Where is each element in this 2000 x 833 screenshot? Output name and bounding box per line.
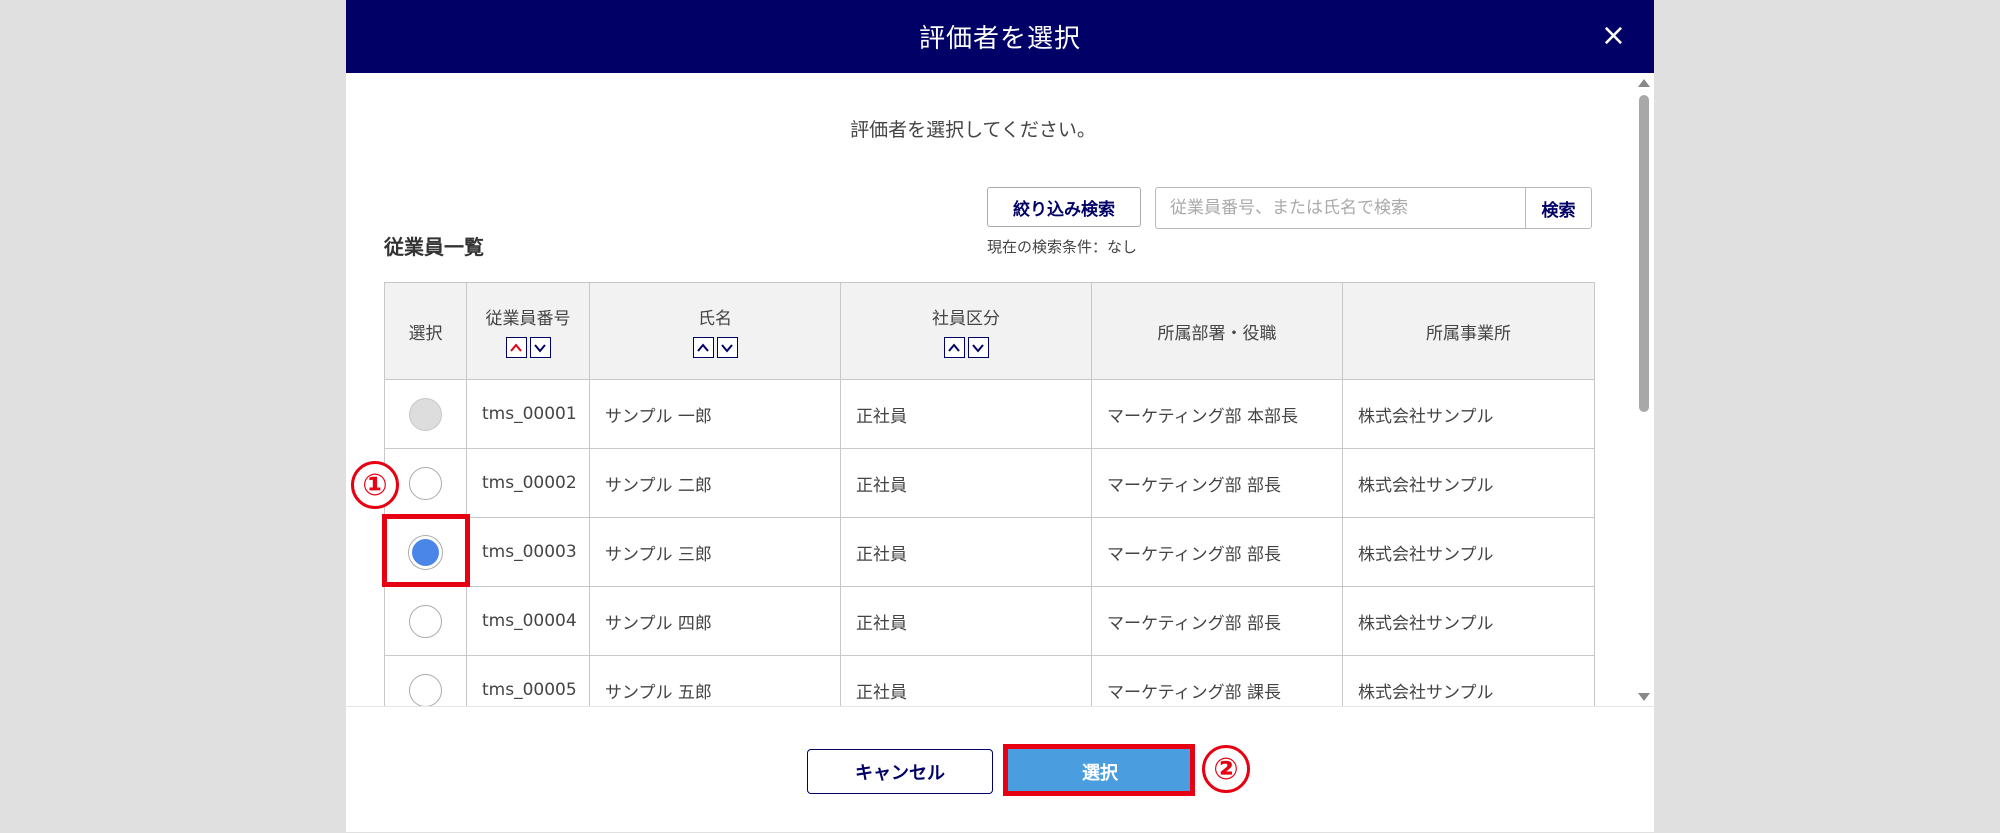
vertical-scrollbar[interactable] [1636, 75, 1652, 705]
annotation-step-1: ① [351, 461, 399, 509]
chevron-down-icon [721, 343, 733, 353]
dialog-body: 評価者を選択してください。 絞り込み検索 検索 現在の検索条件：なし 従業員一覧… [346, 73, 1654, 706]
scroll-up-arrow-icon[interactable] [1638, 79, 1650, 87]
office-cell: 株式会社サンプル [1342, 448, 1595, 518]
employee-table: 選択 従業員番号 氏名 社員区分 所属部署・役職 所属事業所 tms_00001… [384, 282, 1595, 706]
sort-controls [591, 337, 839, 358]
type-cell: 正社員 [840, 448, 1092, 518]
sort-desc-button[interactable] [529, 337, 551, 358]
search-input[interactable] [1155, 187, 1526, 229]
scrollbar-thumb[interactable] [1639, 95, 1649, 412]
dialog-header: 評価者を選択 × [346, 0, 1654, 73]
table-row[interactable]: tms_00005 サンプル 五郎 正社員 マーケティング部 課長 株式会社サン… [384, 655, 1595, 706]
name-cell: サンプル 五郎 [589, 655, 841, 706]
sort-desc-button[interactable] [716, 337, 738, 358]
emp-no-cell: tms_00003 [466, 517, 590, 587]
header-name: 氏名 [589, 282, 841, 380]
type-cell: 正社員 [840, 655, 1092, 706]
table-header-row: 選択 従業員番号 氏名 社員区分 所属部署・役職 所属事業所 [384, 282, 1595, 380]
table-row[interactable]: tms_00001 サンプル 一郎 正社員 マーケティング部 本部長 株式会社サ… [384, 379, 1595, 449]
header-label: 社員区分 [932, 309, 1000, 329]
dialog-title: 評価者を選択 [918, 24, 1081, 54]
office-cell: 株式会社サンプル [1342, 586, 1595, 656]
search-button[interactable]: 検索 [1525, 187, 1592, 229]
emp-no-cell: tms_00002 [466, 448, 590, 518]
sort-asc-button[interactable] [943, 337, 965, 358]
radio-button[interactable] [409, 673, 442, 706]
office-cell: 株式会社サンプル [1342, 517, 1595, 587]
chevron-down-icon [534, 343, 546, 353]
header-select: 選択 [384, 282, 467, 380]
dept-cell: マーケティング部 部長 [1091, 586, 1343, 656]
type-cell: 正社員 [840, 586, 1092, 656]
sort-asc-button[interactable] [505, 337, 527, 358]
select-cell [384, 379, 467, 449]
table-row[interactable]: tms_00004 サンプル 四郎 正社員 マーケティング部 部長 株式会社サン… [384, 586, 1595, 656]
dept-cell: マーケティング部 課長 [1091, 655, 1343, 706]
name-cell: サンプル 一郎 [589, 379, 841, 449]
name-cell: サンプル 二郎 [589, 448, 841, 518]
table-row[interactable]: tms_00002 サンプル 二郎 正社員 マーケティング部 部長 株式会社サン… [384, 448, 1595, 518]
radio-button-disabled [409, 397, 442, 431]
type-cell: 正社員 [840, 379, 1092, 449]
dept-cell: マーケティング部 部長 [1091, 448, 1343, 518]
annotation-highlight-radio [382, 514, 470, 587]
sort-asc-button[interactable] [692, 337, 714, 358]
radio-button[interactable] [409, 466, 442, 500]
header-label: 氏名 [698, 309, 732, 329]
chevron-up-icon [510, 342, 522, 352]
header-label: 従業員番号 [485, 309, 571, 329]
emp-no-cell: tms_00004 [466, 586, 590, 656]
dialog-footer: キャンセル 選択 [346, 706, 1654, 833]
cancel-button[interactable]: キャンセル [807, 749, 993, 794]
emp-no-cell: tms_00001 [466, 379, 590, 449]
evaluator-select-dialog: 評価者を選択 × 評価者を選択してください。 絞り込み検索 検索 現在の検索条件… [346, 0, 1654, 832]
sort-controls [468, 337, 588, 358]
sort-controls [842, 337, 1090, 358]
header-type: 社員区分 [840, 282, 1092, 380]
type-cell: 正社員 [840, 517, 1092, 587]
chevron-down-icon [972, 343, 984, 353]
chevron-up-icon [697, 342, 709, 352]
table-row[interactable]: tms_00003 サンプル 三郎 正社員 マーケティング部 部長 株式会社サン… [384, 517, 1595, 587]
scroll-down-arrow-icon[interactable] [1638, 693, 1650, 701]
search-condition-text: 現在の検索条件：なし [987, 238, 1138, 256]
filter-search-button[interactable]: 絞り込み検索 [987, 187, 1141, 227]
sort-desc-button[interactable] [967, 337, 989, 358]
name-cell: サンプル 四郎 [589, 586, 841, 656]
header-office: 所属事業所 [1342, 282, 1595, 380]
close-icon[interactable]: × [1594, 16, 1634, 56]
header-emp-no: 従業員番号 [466, 282, 590, 380]
radio-button[interactable] [409, 604, 442, 638]
office-cell: 株式会社サンプル [1342, 655, 1595, 706]
dept-cell: マーケティング部 本部長 [1091, 379, 1343, 449]
annotation-highlight-select-button [1003, 744, 1195, 796]
annotation-step-2: ② [1202, 745, 1250, 793]
name-cell: サンプル 三郎 [589, 517, 841, 587]
chevron-up-icon [948, 342, 960, 352]
employee-list-title: 従業員一覧 [384, 235, 484, 259]
office-cell: 株式会社サンプル [1342, 379, 1595, 449]
header-dept: 所属部署・役職 [1091, 282, 1343, 380]
instruction-text: 評価者を選択してください。 [850, 119, 1096, 141]
dept-cell: マーケティング部 部長 [1091, 517, 1343, 587]
emp-no-cell: tms_00005 [466, 655, 590, 706]
select-cell [384, 655, 467, 706]
select-cell [384, 586, 467, 656]
